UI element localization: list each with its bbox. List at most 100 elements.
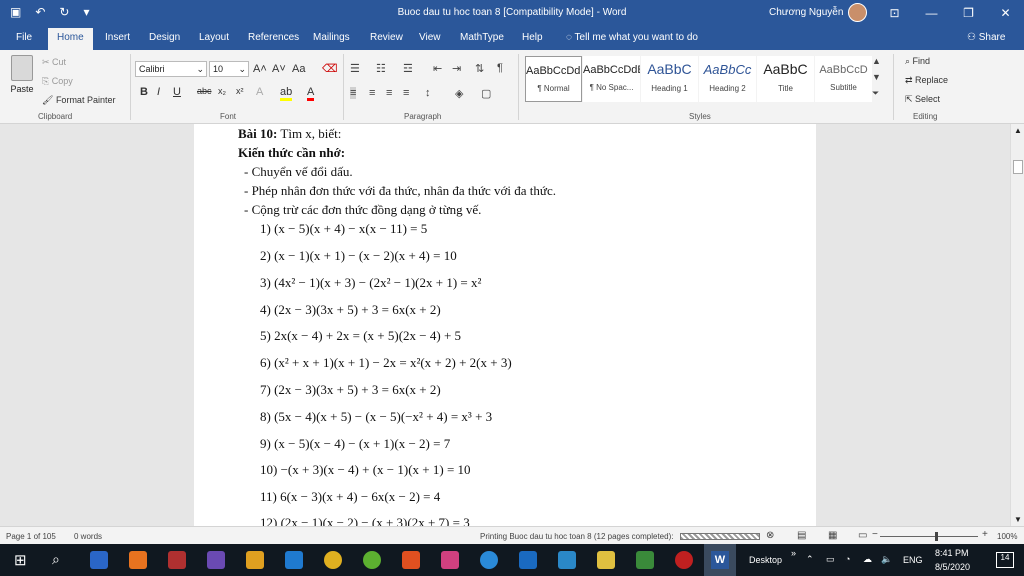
styles-scroll-down-icon[interactable]: ▼ (872, 72, 881, 82)
style-heading-2[interactable]: AaBbCc Heading 2 (699, 56, 756, 102)
cloud-icon[interactable]: ☁ (863, 554, 872, 565)
strikethrough-button[interactable]: abc (197, 86, 212, 96)
font-color-icon[interactable]: A (307, 86, 315, 101)
tab-layout[interactable]: Layout (199, 32, 229, 43)
italic-button[interactable]: I (157, 86, 160, 98)
tab-review[interactable]: Review (370, 32, 403, 43)
ribbon-display-icon[interactable]: ⊡ (876, 0, 913, 26)
tab-mailings[interactable]: Mailings (313, 32, 350, 43)
replace-button[interactable]: ⇄ Replace (905, 75, 948, 86)
document-area[interactable]: Bài 10: Tìm x, biết: Kiến thức cần nhớ: … (0, 124, 1010, 526)
restore-icon[interactable]: ❐ (950, 0, 987, 26)
close-icon[interactable]: ✕ (987, 0, 1024, 26)
app-icon[interactable] (441, 551, 459, 569)
zoom-slider-knob[interactable] (935, 532, 938, 541)
highlight-icon[interactable]: ab (280, 86, 293, 101)
app-icon[interactable] (558, 551, 576, 569)
wifi-icon[interactable]: ◔ (845, 554, 850, 564)
word-count[interactable]: 0 words (74, 532, 102, 541)
app-icon[interactable] (675, 551, 693, 569)
scroll-thumb[interactable] (1013, 160, 1023, 174)
select-button[interactable]: ⇱ Select (905, 94, 940, 105)
underline-button[interactable]: U (173, 86, 181, 98)
windows-start-icon[interactable]: ⊞ (14, 551, 27, 569)
read-mode-icon[interactable]: ▤ (797, 530, 806, 541)
style-no-spacing[interactable]: AaBbCcDdE ¶ No Spac... (583, 56, 640, 102)
find-button[interactable]: ⌕ Find (905, 56, 930, 67)
file-explorer-icon[interactable] (597, 551, 615, 569)
chevron-up-icon[interactable]: ⌃ (806, 554, 814, 565)
subscript-button[interactable]: x₂ (218, 86, 226, 96)
paste-button[interactable]: Paste (8, 55, 36, 94)
line-spacing-icon[interactable]: ↕ (425, 87, 431, 99)
app-icon[interactable] (168, 551, 186, 569)
page-count[interactable]: Page 1 of 105 (6, 532, 56, 541)
superscript-button[interactable]: x² (236, 86, 244, 96)
change-case-button[interactable]: Aa (292, 63, 305, 75)
document-page[interactable]: Bài 10: Tìm x, biết: Kiến thức cần nhớ: … (194, 124, 816, 526)
zoom-level[interactable]: 100% (997, 532, 1017, 541)
style-normal[interactable]: AaBbCcDdE ¶ Normal (525, 56, 582, 102)
web-layout-icon[interactable]: ▭ (858, 530, 867, 541)
numbering-icon[interactable]: ☷ (376, 62, 386, 75)
share-button[interactable]: ⚇ Share (967, 32, 1005, 43)
tab-file[interactable]: File (16, 32, 32, 43)
tab-home[interactable]: Home (48, 28, 93, 50)
app-icon[interactable] (636, 551, 654, 569)
text-effects-icon[interactable]: A (256, 86, 263, 98)
vscode-icon[interactable] (285, 551, 303, 569)
app-icon[interactable] (480, 551, 498, 569)
clear-formatting-icon[interactable]: ⌫ (322, 62, 338, 75)
app-icon[interactable] (129, 551, 147, 569)
tab-insert[interactable]: Insert (105, 32, 130, 43)
desktop-toolbar[interactable]: Desktop (749, 555, 782, 565)
borders-icon[interactable]: ▢ (481, 87, 491, 100)
scroll-down-icon[interactable]: ▼ (1014, 515, 1022, 524)
styles-scroll-up-icon[interactable]: ▲ (872, 56, 881, 66)
volume-icon[interactable]: 🔈 (881, 554, 892, 565)
tab-view[interactable]: View (419, 32, 441, 43)
tell-me-box[interactable]: ◌ Tell me what you want to do (566, 32, 698, 43)
bullets-icon[interactable]: ☰ (350, 62, 360, 75)
zoom-in-icon[interactable]: + (982, 529, 988, 540)
align-center-icon[interactable]: ≡ (369, 87, 375, 99)
style-heading-1[interactable]: AaBbC Heading 1 (641, 56, 698, 102)
increase-indent-icon[interactable]: ⇥ (452, 62, 461, 75)
styles-more-icon[interactable]: ⏷ (872, 88, 879, 99)
tab-references[interactable]: References (248, 32, 299, 43)
zoom-out-icon[interactable]: − (872, 529, 878, 540)
tab-design[interactable]: Design (149, 32, 180, 43)
app-icon[interactable] (363, 551, 381, 569)
font-size-select[interactable]: 10 ⌄ (209, 61, 249, 77)
print-layout-icon[interactable]: ▦ (828, 530, 837, 541)
scroll-up-icon[interactable]: ▲ (1014, 126, 1022, 135)
align-left-icon[interactable]: ≡ (350, 87, 357, 99)
clock-date[interactable]: 8/5/2020 (935, 562, 970, 572)
align-right-icon[interactable]: ≡ (386, 87, 392, 99)
app-icon[interactable] (90, 551, 108, 569)
format-painter-button[interactable]: 🖌 Format Painter (42, 95, 115, 106)
shrink-font-button[interactable]: A˅ (272, 63, 286, 75)
search-icon[interactable]: ⌕ (52, 551, 60, 568)
app-icon[interactable] (246, 551, 264, 569)
cancel-print-icon[interactable]: ⊗ (766, 530, 774, 541)
minimize-icon[interactable]: — (913, 0, 950, 26)
shading-icon[interactable]: ◈ (455, 87, 463, 100)
word-taskbar-icon[interactable]: W (704, 544, 736, 576)
style-subtitle[interactable]: AaBbCcD Subtitle (815, 56, 872, 102)
grow-font-button[interactable]: A˄ (253, 63, 267, 75)
multilevel-list-icon[interactable]: ☲ (403, 62, 413, 75)
decrease-indent-icon[interactable]: ⇤ (433, 62, 442, 75)
toolbar-expand-icon[interactable]: » (791, 548, 796, 558)
avatar[interactable] (848, 3, 867, 22)
vertical-scrollbar[interactable]: ▲ ▼ (1010, 124, 1024, 526)
font-name-select[interactable]: Calibri ⌄ (135, 61, 207, 77)
justify-icon[interactable]: ≡ (403, 87, 409, 99)
tab-help[interactable]: Help (522, 32, 543, 43)
tab-mathtype[interactable]: MathType (460, 32, 504, 43)
app-icon[interactable] (402, 551, 420, 569)
user-name[interactable]: Chương Nguyễn (769, 7, 843, 18)
notification-center-icon[interactable]: 14 (996, 552, 1014, 568)
cut-button[interactable]: ✂ Cut (42, 57, 66, 68)
app-icon[interactable] (519, 551, 537, 569)
